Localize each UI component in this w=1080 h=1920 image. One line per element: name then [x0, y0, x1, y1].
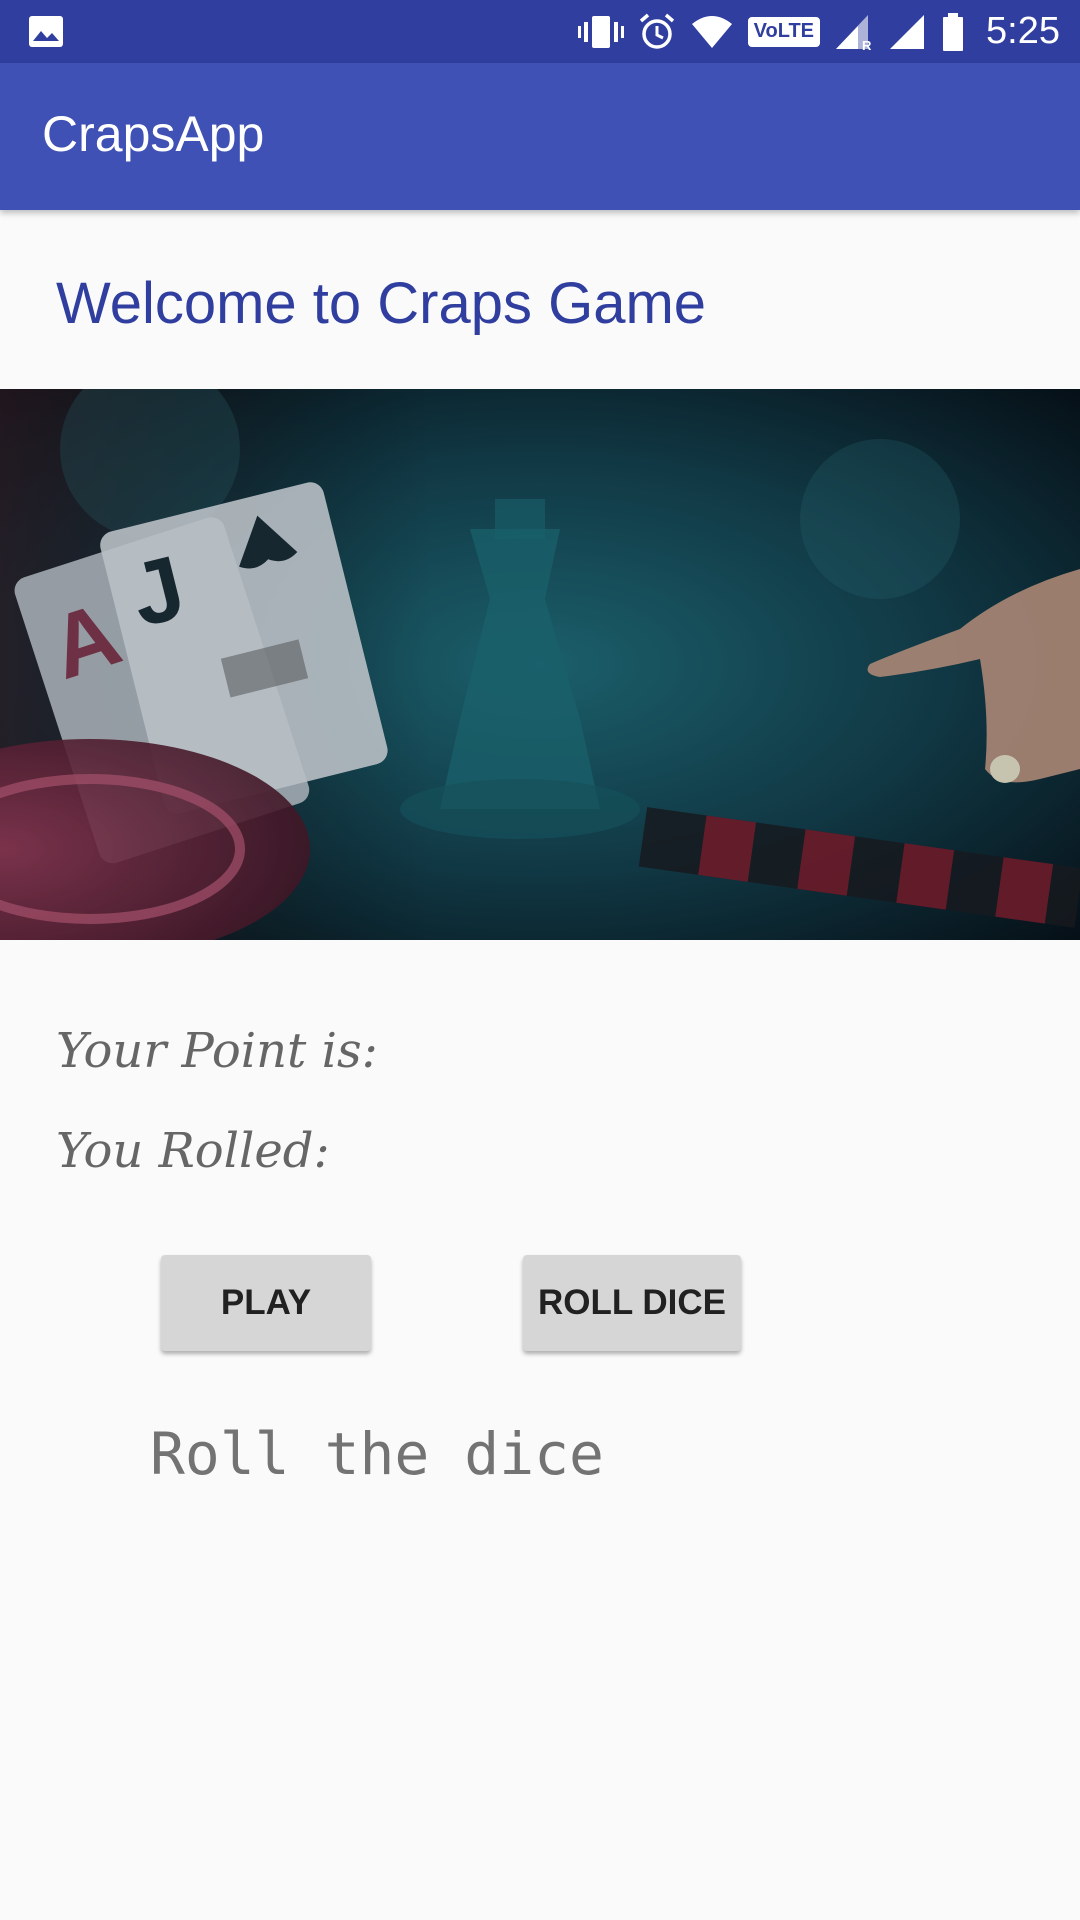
status-bar: VoLTE R 5:25	[0, 0, 1080, 63]
app-bar: CrapsApp	[0, 63, 1080, 210]
volte-icon: VoLTE	[747, 16, 821, 47]
battery-icon	[942, 12, 964, 51]
signal-icon	[888, 13, 928, 51]
vibrate-icon	[577, 14, 624, 50]
rolled-label: You Rolled:	[56, 1123, 330, 1179]
casino-banner-image: A J	[0, 389, 1080, 940]
status-time: 5:25	[986, 10, 1060, 52]
game-message: Roll the dice	[150, 1420, 604, 1488]
wifi-icon	[690, 14, 734, 50]
point-label: Your Point is:	[56, 1023, 378, 1079]
app-title: CrapsApp	[42, 106, 265, 162]
svg-text:R: R	[862, 38, 872, 51]
alarm-icon	[638, 13, 676, 51]
welcome-heading: Welcome to Craps Game	[56, 271, 707, 336]
signal-roaming-icon: R	[834, 13, 874, 51]
roll-dice-button[interactable]: ROLL DICE	[523, 1255, 741, 1351]
play-button[interactable]: PLAY	[161, 1255, 371, 1351]
gallery-icon	[29, 16, 63, 47]
